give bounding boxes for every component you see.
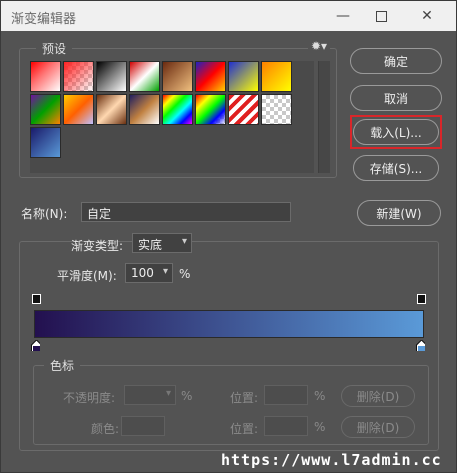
close-icon[interactable]: ✕ [407,1,447,31]
ok-button[interactable]: 确定 [350,48,442,74]
window-title: 渐变编辑器 [11,12,77,27]
color-swatch-input[interactable] [121,416,165,436]
gradient-bar[interactable] [34,310,424,338]
cancel-button[interactable]: 取消 [350,85,442,111]
location-label: 位置: [230,391,259,405]
location-input[interactable] [264,385,308,405]
preset-swatch[interactable] [96,61,127,92]
preset-swatch[interactable] [162,61,193,92]
preset-swatch[interactable] [63,94,94,125]
chevron-down-icon: ▾ [162,266,168,277]
color-stop-right[interactable] [416,340,425,351]
color-stop-left-swatch [33,346,40,351]
preset-swatch[interactable] [30,61,61,92]
preset-swatch[interactable] [30,127,61,158]
color-stops-legend: 色标 [44,357,81,374]
preset-swatch[interactable] [162,94,193,125]
minimize-icon[interactable]: — [323,1,363,31]
gradient-editor-window: 渐变编辑器 — ✕ 预设 ✹▾ 确定 取消 载入(L)... 存储(S)... … [0,0,457,473]
preset-swatch[interactable] [96,94,127,125]
new-button[interactable]: 新建(W) [357,200,441,226]
chevron-down-icon: ▾ [165,388,171,399]
opacity-stop-right[interactable] [417,294,426,304]
maximize-icon[interactable] [361,1,401,31]
save-button[interactable]: 存储(S)... [353,155,439,181]
preset-swatch[interactable] [228,94,259,125]
preset-swatch[interactable] [195,61,226,92]
delete-opacity-stop-button[interactable]: 删除(D) [341,385,415,407]
preset-swatch[interactable] [30,94,61,125]
location2-unit: % [314,420,326,434]
gradient-type-value: 实底 [138,238,163,252]
location-unit: % [314,389,326,403]
color-stop-left[interactable] [31,340,40,351]
gradient-type-label: 渐变类型: [71,239,124,253]
preset-swatch[interactable] [261,61,292,92]
smoothness-value: 100 [131,266,154,280]
delete-color-stop-button[interactable]: 删除(D) [341,416,415,438]
location2-label: 位置: [230,422,259,436]
color-label: 颜色: [91,422,120,436]
smoothness-unit: % [179,267,191,281]
name-input[interactable]: 自定 [81,202,291,222]
smoothness-input[interactable]: 100 ▾ [125,263,173,283]
presets-legend: 预设 [36,40,73,57]
watermark-text: https://www.l7admin.cc [221,451,442,469]
opacity-stop-left[interactable] [32,294,41,304]
chevron-down-icon: ▾ [181,236,187,247]
presets-scrollbar[interactable] [318,61,330,173]
name-label: 名称(N): [21,207,68,221]
preset-swatch[interactable] [63,61,94,92]
gradient-type-select[interactable]: 实底 ▾ [132,233,192,253]
smoothness-label: 平滑度(M): [57,269,117,283]
gear-icon[interactable]: ✹▾ [308,39,331,53]
color-stop-right-swatch [418,346,425,351]
load-button-highlight [350,115,442,149]
preset-swatch[interactable] [129,61,160,92]
opacity-input[interactable]: ▾ [124,385,176,405]
location2-input[interactable] [264,416,308,436]
title-bar: 渐变编辑器 — ✕ [1,1,456,31]
opacity-unit: % [181,389,193,403]
preset-swatch[interactable] [228,61,259,92]
presets-panel: 预设 ✹▾ [19,39,337,178]
preset-swatch-grid [30,61,314,173]
preset-swatch[interactable] [261,94,292,125]
preset-swatch[interactable] [195,94,226,125]
opacity-label: 不透明度: [63,391,116,405]
preset-swatch[interactable] [129,94,160,125]
